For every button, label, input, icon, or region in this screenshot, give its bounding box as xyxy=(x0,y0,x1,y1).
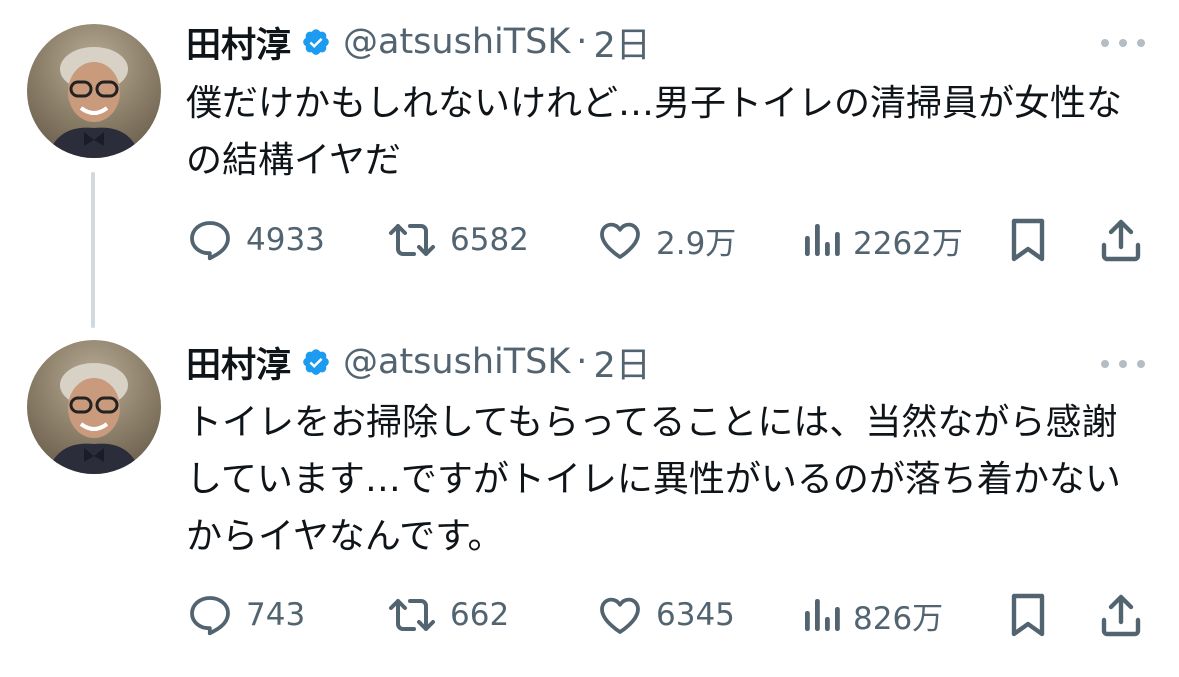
bar-chart-icon xyxy=(805,224,840,256)
heart-icon xyxy=(600,597,640,634)
share-upload-icon xyxy=(1101,219,1141,262)
retweet-count: 6582 xyxy=(450,222,529,258)
view-count: 826万 xyxy=(853,600,944,637)
views-button[interactable]: 2262万 xyxy=(801,215,963,265)
verified-badge-icon xyxy=(301,347,331,377)
thread-connector xyxy=(91,172,95,328)
like-count: 2.9万 xyxy=(656,225,737,262)
speech-bubble-icon xyxy=(190,221,230,261)
retweet-button[interactable]: 6582 xyxy=(386,215,529,265)
more-dots-icon[interactable] xyxy=(1101,33,1145,53)
verified-badge-icon xyxy=(301,27,331,57)
tweet[interactable]: 田村淳 @atsushiTSK · 2日 僕だけかもしれないけれど…男子トイレの… xyxy=(0,0,1179,328)
bookmark-icon xyxy=(1011,218,1045,262)
avatar[interactable] xyxy=(27,24,161,158)
display-name[interactable]: 田村淳 xyxy=(186,17,291,68)
share-upload-icon xyxy=(1101,594,1141,637)
like-button[interactable]: 2.9万 xyxy=(596,215,736,265)
reply-button[interactable]: 743 xyxy=(186,590,305,640)
display-name[interactable]: 田村淳 xyxy=(186,337,291,388)
retweet-arrows-icon xyxy=(389,599,435,631)
like-count: 6345 xyxy=(656,597,735,633)
like-button[interactable]: 6345 xyxy=(596,590,735,640)
heart-icon xyxy=(600,222,640,259)
action-bar: 4933 6582 2.9万 2262万 xyxy=(186,215,1146,265)
timestamp[interactable]: 2日 xyxy=(593,337,650,388)
bar-chart-icon xyxy=(805,599,840,631)
share-button[interactable] xyxy=(1098,215,1144,265)
tweet-header: 田村淳 @atsushiTSK · 2日 xyxy=(186,340,651,386)
timestamp[interactable]: 2日 xyxy=(593,17,650,68)
avatar[interactable] xyxy=(27,340,161,474)
view-count: 2262万 xyxy=(853,225,963,262)
reply-count: 4933 xyxy=(246,222,325,258)
retweet-button[interactable]: 662 xyxy=(386,590,509,640)
retweet-count: 662 xyxy=(450,597,510,633)
separator: · xyxy=(576,342,588,382)
thread: 田村淳 @atsushiTSK · 2日 僕だけかもしれないけれど…男子トイレの… xyxy=(0,0,1179,677)
more-dots-icon[interactable] xyxy=(1101,354,1145,374)
tweet-text: トイレをお掃除してもらってることには、当然ながら感謝しています…ですがトイレに異… xyxy=(186,402,1121,557)
tweet-header: 田村淳 @atsushiTSK · 2日 xyxy=(186,20,651,66)
tweet-text: 僕だけかもしれないけれど…男子トイレの清掃員が女性なの結構イヤだ xyxy=(186,83,1123,181)
handle[interactable]: @atsushiTSK xyxy=(343,342,570,382)
reply-count: 743 xyxy=(246,597,306,633)
reply-button[interactable]: 4933 xyxy=(186,215,325,265)
action-bar: 743 662 6345 826万 xyxy=(186,590,1146,640)
bookmark-icon xyxy=(1011,593,1045,637)
bookmark-button[interactable] xyxy=(1006,590,1050,640)
speech-bubble-icon xyxy=(190,596,230,636)
separator: · xyxy=(576,22,588,62)
handle[interactable]: @atsushiTSK xyxy=(343,22,570,62)
tweet[interactable]: 田村淳 @atsushiTSK · 2日 トイレをお掃除してもらってることには、… xyxy=(0,322,1179,677)
share-button[interactable] xyxy=(1098,590,1144,640)
retweet-arrows-icon xyxy=(389,224,435,256)
views-button[interactable]: 826万 xyxy=(801,590,943,640)
bookmark-button[interactable] xyxy=(1006,215,1050,265)
